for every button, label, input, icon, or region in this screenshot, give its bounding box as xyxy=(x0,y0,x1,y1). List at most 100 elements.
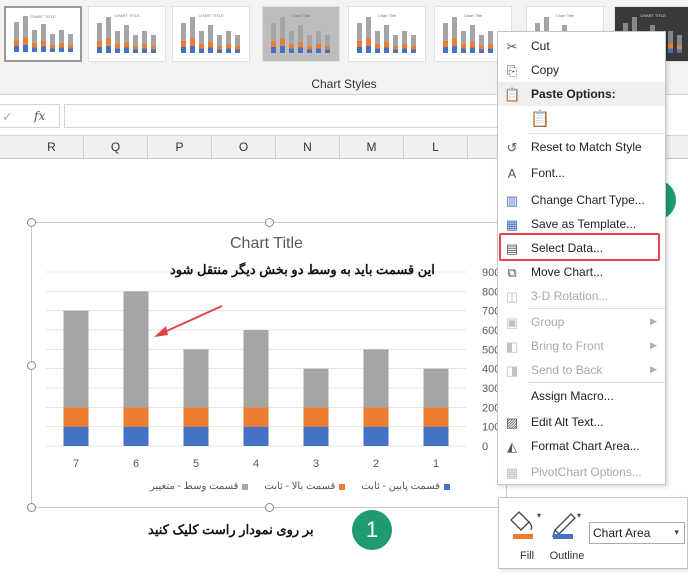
legend-item-series-2[interactable]: قسمت بالا - ثابت xyxy=(264,481,346,492)
annotation-top: این قسمت باید به وسط دو بخش دیگر منتقل ش… xyxy=(170,262,435,277)
menu-item-label: Bring to Front xyxy=(531,339,604,353)
chart-element-select[interactable]: Chart Area ▾ xyxy=(589,522,685,544)
menu-separator xyxy=(528,382,665,383)
bar-segment-series-2[interactable] xyxy=(63,407,89,427)
x-tick-label: 4 xyxy=(253,458,259,470)
menu-item-reset-style[interactable]: ↺ Reset to Match Style xyxy=(498,136,665,160)
bar-segment-series-2[interactable] xyxy=(243,407,269,427)
alt-text-icon: ▨ xyxy=(505,415,519,430)
menu-item-paste-options[interactable]: 📋 Paste Options: xyxy=(498,83,665,107)
menu-item-font[interactable]: A Font... xyxy=(498,162,665,186)
group-icon: ▣ xyxy=(505,315,519,330)
copy-icon: ⎘ xyxy=(506,63,518,78)
menu-item-label: Edit Alt Text... xyxy=(531,415,604,429)
menu-item-label: Reset to Match Style xyxy=(531,140,642,154)
macro-icon xyxy=(504,389,520,405)
rotation-icon: ◫ xyxy=(505,289,519,304)
scissors-icon: ✂ xyxy=(506,39,518,54)
fill-button[interactable]: ▾ Fill xyxy=(505,506,549,562)
legend-label: قسمت وسط - متغییر xyxy=(149,481,239,492)
bar-segment-series-3[interactable] xyxy=(243,330,269,408)
x-tick-label: 2 xyxy=(373,458,379,470)
bar-segment-series-2[interactable] xyxy=(363,407,389,427)
x-tick-label: 7 xyxy=(73,458,79,470)
outline-color-swatch xyxy=(553,534,573,539)
bar-segment-series-1[interactable] xyxy=(63,426,89,446)
menu-separator xyxy=(528,133,665,134)
menu-item-assign-macro[interactable]: Assign Macro... xyxy=(498,385,665,409)
annotation-arrowhead xyxy=(154,326,168,337)
bar-segment-series-1[interactable] xyxy=(123,426,149,446)
menu-item-label: PivotChart Options... xyxy=(531,465,642,479)
mini-toolbar: ▾ Fill ▾ Outline Chart Area ▾ xyxy=(498,497,688,569)
format-area-icon: ◭ xyxy=(507,439,517,454)
fill-label: Fill xyxy=(519,550,535,562)
bar-segment-series-2[interactable] xyxy=(303,407,329,427)
font-icon: A xyxy=(507,166,517,181)
bar-segment-series-3[interactable] xyxy=(123,291,149,408)
pen-icon: ▾ xyxy=(551,511,581,539)
x-tick-label: 5 xyxy=(193,458,199,470)
select-data-highlight xyxy=(499,233,660,261)
fill-color-swatch xyxy=(513,534,533,539)
bar-segment-series-1[interactable] xyxy=(363,426,389,446)
menu-item-alt-text[interactable]: ▨ Edit Alt Text... xyxy=(498,411,665,435)
reset-style-icon: ↺ xyxy=(506,140,518,155)
legend-label: قسمت بالا - ثابت xyxy=(264,481,336,492)
bar-segment-series-1[interactable] xyxy=(183,426,209,446)
menu-item-format-chart-area[interactable]: ◭ Format Chart Area... xyxy=(498,435,665,459)
menu-item-label: Format Chart Area... xyxy=(531,439,640,453)
submenu-arrow-icon: ▶ xyxy=(650,316,657,326)
y-tick-label: 0 xyxy=(482,441,488,453)
bar-segment-series-3[interactable] xyxy=(423,368,449,408)
legend-swatch xyxy=(242,483,249,490)
menu-item-pivotchart-options: ▦ PivotChart Options... xyxy=(498,461,665,485)
outline-button[interactable]: ▾ Outline xyxy=(545,506,589,562)
menu-item-move-chart[interactable]: ⧉ Move Chart... xyxy=(498,261,665,285)
chart-legend[interactable]: قسمت پایین - ثابت قسمت بالا - ثابت قسمت وس… xyxy=(130,481,450,492)
bar-segment-series-2[interactable] xyxy=(183,407,209,427)
outline-dropdown-arrow[interactable]: ▾ xyxy=(577,511,581,520)
bar-segment-series-3[interactable] xyxy=(363,349,389,408)
menu-separator xyxy=(528,308,665,309)
bar-segment-series-1[interactable] xyxy=(303,426,329,446)
x-tick-label: 3 xyxy=(313,458,319,470)
legend-swatch xyxy=(444,483,450,490)
chart-title[interactable]: Chart Title xyxy=(230,235,303,253)
bar-segment-series-2[interactable] xyxy=(123,407,149,427)
fill-dropdown-arrow[interactable]: ▾ xyxy=(537,511,541,520)
paste-keep-source-icon[interactable]: 📋 xyxy=(528,108,552,132)
submenu-arrow-icon: ▶ xyxy=(650,364,657,374)
legend-item-series-3[interactable]: قسمت وسط - متغییر xyxy=(149,481,249,492)
legend-swatch xyxy=(339,483,346,490)
menu-item-label: Change Chart Type... xyxy=(531,193,645,207)
bar-segment-series-2[interactable] xyxy=(423,407,449,427)
bar-segment-series-1[interactable] xyxy=(423,426,449,446)
menu-item-copy[interactable]: ⎘ Copy xyxy=(498,59,665,83)
menu-item-cut[interactable]: ✂ Cut xyxy=(498,35,665,59)
menu-item-label: Cut xyxy=(531,39,550,53)
bar-segment-series-3[interactable] xyxy=(63,310,89,408)
chevron-down-icon[interactable]: ▾ xyxy=(674,527,679,538)
menu-item-label: Save as Template... xyxy=(531,217,637,231)
bar-segment-series-3[interactable] xyxy=(303,368,329,408)
outline-label: Outline xyxy=(549,550,585,562)
chart-element-value: Chart Area xyxy=(593,526,651,540)
menu-item-send-back: ◨ Send to Back ▶ xyxy=(498,359,665,383)
menu-item-label: Assign Macro... xyxy=(531,389,614,403)
menu-item-label: Paste Options: xyxy=(531,87,616,101)
menu-item-bring-front: ◧ Bring to Front ▶ xyxy=(498,335,665,359)
legend-item-series-1[interactable]: قسمت پایین - ثابت xyxy=(361,481,450,492)
bar-segment-series-3[interactable] xyxy=(183,349,209,408)
menu-item-change-chart-type[interactable]: ▥ Change Chart Type... xyxy=(498,189,665,213)
legend-label: قسمت پایین - ثابت xyxy=(361,481,440,492)
menu-item-label: Group xyxy=(531,315,565,329)
menu-item-label: Move Chart... xyxy=(531,265,604,279)
x-tick-label: 6 xyxy=(133,458,139,470)
menu-item-label: Copy xyxy=(531,63,560,77)
menu-item-label: 3-D Rotation... xyxy=(531,289,609,303)
chart-type-icon: ▥ xyxy=(505,193,519,208)
bar-segment-series-1[interactable] xyxy=(243,426,269,446)
step-badge-1: 1 xyxy=(352,510,392,550)
save-template-icon: ▦ xyxy=(505,217,519,232)
